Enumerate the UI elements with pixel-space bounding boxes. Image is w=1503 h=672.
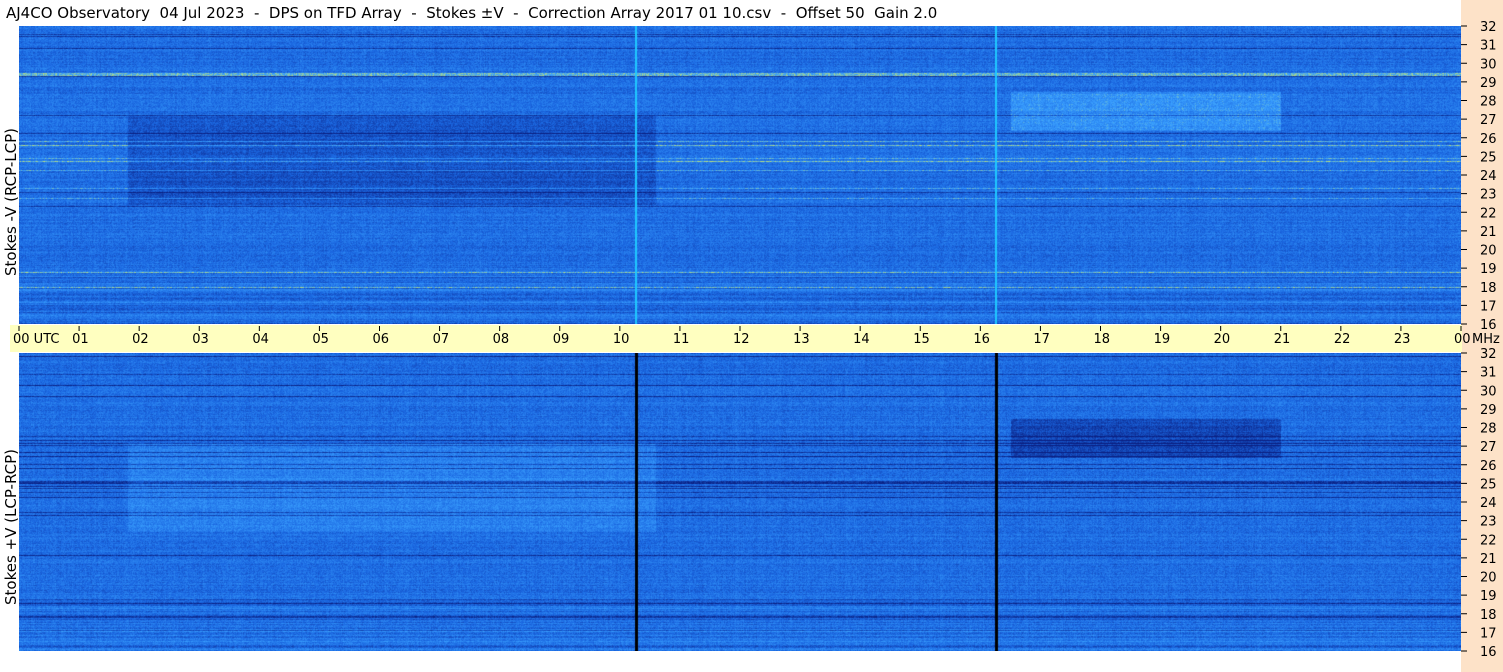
freq-label-1-25: 25 [1480, 477, 1497, 492]
utc-label-16: 16 [973, 332, 990, 347]
freq-label-0-25: 25 [1480, 150, 1497, 165]
freq-label-1-18: 18 [1480, 608, 1497, 623]
utc-label-03: 03 [192, 332, 209, 347]
freq-label-1-21: 21 [1480, 552, 1497, 567]
utc-label-07: 07 [433, 332, 450, 347]
utc-label-11: 11 [673, 332, 690, 347]
freq-label-1-16: 16 [1480, 645, 1497, 660]
freq-label-1-24: 24 [1480, 496, 1497, 511]
freq-label-0-27: 27 [1480, 113, 1497, 128]
utc-label-13: 13 [793, 332, 810, 347]
freq-label-0-26: 26 [1480, 132, 1497, 147]
freq-label-0-16: 16 [1480, 318, 1497, 333]
utc-label-20: 20 [1214, 332, 1231, 347]
utc-label-02: 02 [132, 332, 149, 347]
freq-label-1-26: 26 [1480, 459, 1497, 474]
utc-label-22: 22 [1334, 332, 1351, 347]
utc-label-19: 19 [1154, 332, 1171, 347]
freq-label-1-28: 28 [1480, 422, 1497, 437]
utc-label-05: 05 [312, 332, 329, 347]
freq-label-1-17: 17 [1480, 626, 1497, 641]
utc-label-10: 10 [613, 332, 630, 347]
freq-label-0-23: 23 [1480, 188, 1497, 203]
freq-label-0-20: 20 [1480, 244, 1497, 259]
freq-label-0-32: 32 [1480, 20, 1497, 35]
freq-label-0-28: 28 [1480, 95, 1497, 110]
axes-overlay: 00 UTC 01 02 03 04 05 06 07 08 09 10 11 12 13 14 15 16 17… [13, 20, 1500, 660]
utc-end-label: 00 [1454, 332, 1471, 347]
freq-label-0-19: 19 [1480, 262, 1497, 277]
freq-label-0-29: 29 [1480, 76, 1497, 91]
utc-label-08: 08 [493, 332, 510, 347]
freq-label-0-21: 21 [1480, 225, 1497, 240]
utc-start-label: 00 UTC [13, 332, 59, 347]
utc-label-01: 01 [72, 332, 89, 347]
utc-label-12: 12 [733, 332, 750, 347]
freq-label-1-23: 23 [1480, 515, 1497, 530]
freq-label-1-20: 20 [1480, 571, 1497, 586]
utc-label-15: 15 [913, 332, 930, 347]
utc-label-21: 21 [1274, 332, 1291, 347]
freq-label-1-22: 22 [1480, 533, 1497, 548]
utc-label-06: 06 [373, 332, 390, 347]
utc-label-04: 04 [252, 332, 269, 347]
freq-label-0-18: 18 [1480, 281, 1497, 296]
utc-label-17: 17 [1033, 332, 1050, 347]
freq-label-0-17: 17 [1480, 299, 1497, 314]
freq-label-1-32: 32 [1480, 347, 1497, 362]
freq-label-0-30: 30 [1480, 57, 1497, 72]
freq-label-1-27: 27 [1480, 440, 1497, 455]
freq-label-1-29: 29 [1480, 403, 1497, 418]
utc-label-09: 09 [553, 332, 570, 347]
utc-label-14: 14 [853, 332, 870, 347]
freq-label-1-19: 19 [1480, 589, 1497, 604]
freq-label-0-22: 22 [1480, 206, 1497, 221]
freq-label-1-30: 30 [1480, 384, 1497, 399]
frequency-unit-label: MHz [1472, 332, 1500, 347]
freq-label-0-31: 31 [1480, 39, 1497, 54]
freq-label-1-31: 31 [1480, 366, 1497, 381]
utc-label-23: 23 [1394, 332, 1411, 347]
freq-label-0-24: 24 [1480, 169, 1497, 184]
utc-label-18: 18 [1094, 332, 1111, 347]
